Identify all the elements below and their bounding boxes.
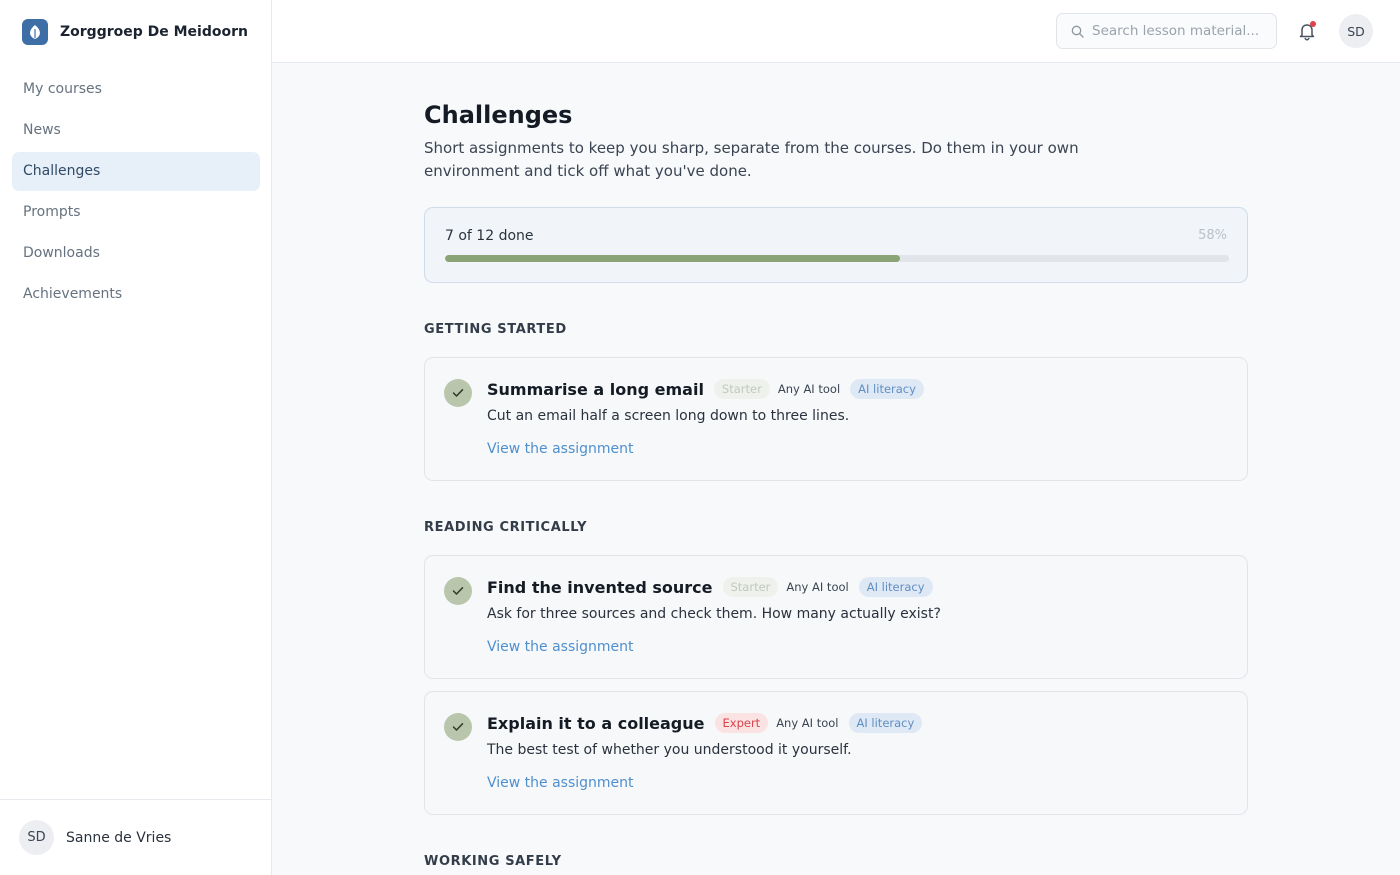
sidebar-item-challenges[interactable]: Challenges: [12, 152, 260, 191]
progress-card: 7 of 12 done 58%: [424, 207, 1248, 283]
level-badge: Expert: [714, 713, 769, 733]
notification-dot: [1310, 21, 1316, 27]
page-description: Short assignments to keep you sharp, sep…: [424, 139, 1079, 180]
section-title-reading-critically: READING CRITICALLY: [424, 520, 588, 535]
tool-label: Any AI tool: [776, 716, 839, 730]
done-check-icon[interactable]: [444, 379, 472, 407]
level-badge: Starter: [713, 379, 770, 399]
done-check-icon[interactable]: [444, 577, 472, 605]
sidebar-item-my-courses[interactable]: My courses: [12, 70, 260, 109]
progress-bar-fill: [445, 255, 900, 262]
section-title-working-safely: WORKING SAFELY: [424, 854, 562, 869]
leaf-logo-icon: [22, 19, 48, 45]
sidebar-item-achievements[interactable]: Achievements: [12, 275, 260, 314]
progress-label: 7 of 12 done: [445, 228, 534, 244]
tool-label: Any AI tool: [777, 382, 841, 396]
brand[interactable]: Zorggroep De Meidoorn: [22, 18, 248, 46]
sidebar-item-downloads[interactable]: Downloads: [12, 234, 260, 273]
progress-bar: [445, 255, 1229, 262]
challenge-card: Summarise a long email Starter Any AI to…: [424, 357, 1248, 481]
view-assignment-link[interactable]: View the assignment: [487, 441, 634, 457]
challenge-description: Ask for three sources and check them. Ho…: [487, 606, 941, 622]
account-avatar[interactable]: SD: [1339, 14, 1373, 48]
progress-percent: 58%: [1198, 228, 1227, 243]
user-avatar: SD: [19, 820, 54, 855]
user-name: Sanne de Vries: [66, 829, 172, 846]
challenge-description: The best test of whether you understood …: [487, 742, 852, 758]
view-assignment-link[interactable]: View the assignment: [487, 639, 634, 655]
sidebar-item-news[interactable]: News: [12, 111, 260, 150]
page-title: Challenges: [424, 101, 573, 129]
top-bar: SD: [272, 0, 1400, 63]
challenge-card: Explain it to a colleague Expert Any AI …: [424, 691, 1248, 815]
notifications-button[interactable]: [1296, 20, 1318, 42]
challenge-title: Explain it to a colleague: [487, 713, 705, 733]
topic-badge: AI literacy: [848, 713, 923, 733]
search-icon: [1071, 25, 1084, 38]
sidebar: Zorggroep De Meidoorn My courses News Ch…: [0, 0, 272, 875]
challenge-header: Explain it to a colleague Expert Any AI …: [487, 712, 928, 734]
topic-badge: AI literacy: [858, 577, 933, 597]
challenge-header: Summarise a long email Starter Any AI to…: [487, 378, 930, 400]
level-badge: Starter: [722, 577, 779, 597]
user-profile[interactable]: SD Sanne de Vries: [0, 799, 271, 875]
challenge-description: Cut an email half a screen long down to …: [487, 408, 850, 424]
challenge-card: Find the invented source Starter Any AI …: [424, 555, 1248, 679]
sidebar-item-prompts[interactable]: Prompts: [12, 193, 260, 232]
challenge-title: Find the invented source: [487, 577, 713, 597]
brand-name: Zorggroep De Meidoorn: [60, 24, 248, 40]
search-input[interactable]: [1092, 23, 1270, 39]
topic-badge: AI literacy: [850, 379, 924, 399]
challenge-header: Find the invented source Starter Any AI …: [487, 576, 939, 598]
search-box[interactable]: [1056, 13, 1277, 49]
section-title-getting-started: GETTING STARTED: [424, 322, 567, 337]
sidebar-nav: My courses News Challenges Prompts Downl…: [12, 70, 260, 316]
challenge-title: Summarise a long email: [487, 379, 704, 399]
tool-label: Any AI tool: [786, 580, 849, 594]
done-check-icon[interactable]: [444, 713, 472, 741]
view-assignment-link[interactable]: View the assignment: [487, 775, 634, 791]
